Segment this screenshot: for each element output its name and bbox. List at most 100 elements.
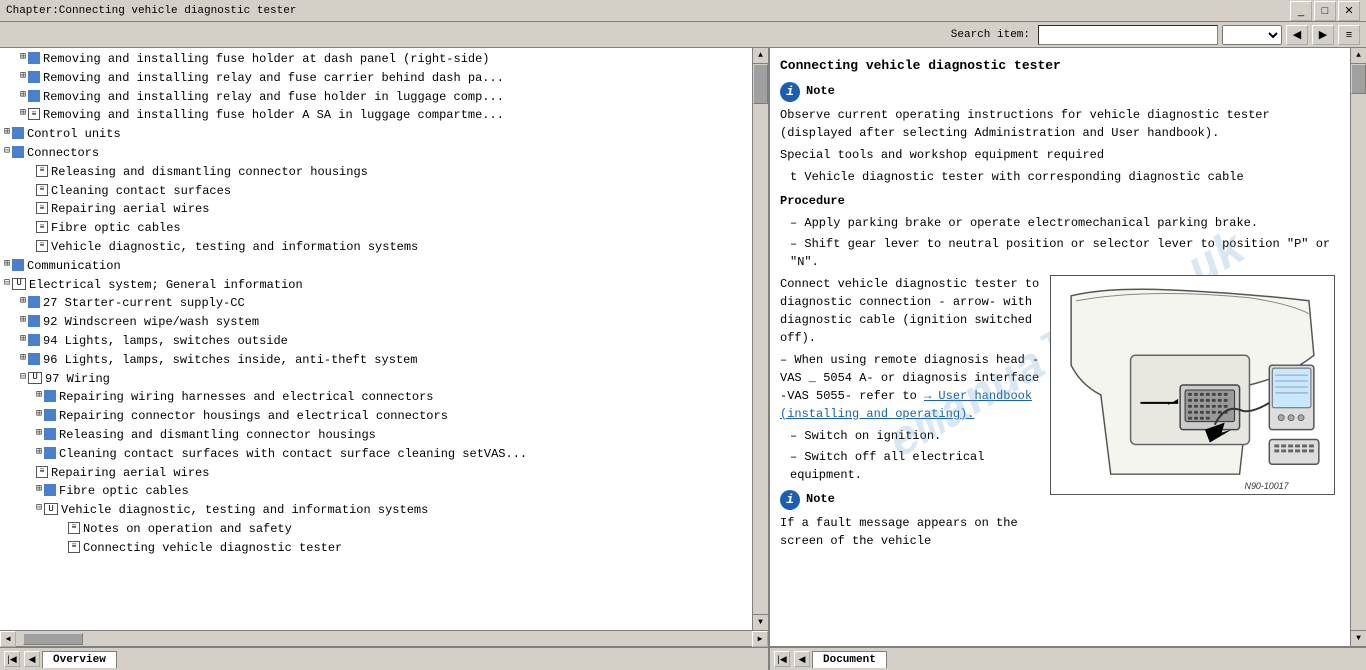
tree-item[interactable]: ⊞ Cleaning contact surfaces with contact… [0, 445, 752, 464]
tree-item-label: Repairing wiring harnesses and electrica… [59, 389, 433, 406]
step-4: – When using remote diagnosis head -VAS … [780, 351, 1040, 423]
tree-item[interactable]: ⊞ Repairing wiring harnesses and electri… [0, 388, 752, 407]
tree-item[interactable]: ≡ Fibre optic cables [0, 219, 752, 238]
search-prev-btn[interactable]: ◀ [1286, 25, 1308, 45]
left-content: ⊞ Removing and installing fuse holder at… [0, 48, 768, 630]
expand-icon: ⊞ [36, 408, 42, 422]
page-icon: ≡ [36, 466, 48, 478]
expand-icon: ⊞ [4, 258, 10, 272]
tool-item: t Vehicle diagnostic tester with corresp… [790, 168, 1340, 186]
tree-item[interactable]: ⊞ Communication [0, 257, 752, 276]
left-scrollbar[interactable]: ▲ ▼ [752, 48, 768, 630]
tree-item[interactable]: ⊞ Removing and installing fuse holder at… [0, 50, 752, 69]
connect-label: Connect vehicle diagnostic tester to dia… [780, 277, 1039, 345]
tree-item[interactable]: ≡ Repairing aerial wires [0, 200, 752, 219]
blue-diamond-icon [28, 353, 40, 365]
tree-item[interactable]: ⊟ U Electrical system; General informati… [0, 276, 752, 295]
left-nav-controls: |◀ ◀ [4, 651, 42, 667]
right-panel: emanuals.co.uk Connecting vehicle diagno… [770, 48, 1366, 646]
expand-icon: ⊞ [20, 295, 26, 309]
tree-item[interactable]: ⊞ Removing and installing relay and fuse… [0, 88, 752, 107]
tree-item[interactable]: ⊞ 27 Starter-current supply-CC [0, 294, 752, 313]
close-btn[interactable]: ✕ [1338, 1, 1360, 21]
right-scroll-up-btn[interactable]: ▲ [1351, 48, 1366, 64]
expand-icon: ⊞ [20, 314, 26, 328]
page-icon: ≡ [36, 202, 48, 214]
tree-item-label: 97 Wiring [45, 371, 110, 388]
note-text-2: If a fault message appears on the screen… [780, 514, 1040, 550]
expand-icon: ⊞ [20, 352, 26, 366]
tree-item[interactable]: ⊞ Repairing connector housings and elect… [0, 407, 752, 426]
right-scroll-down-btn[interactable]: ▼ [1351, 630, 1366, 646]
tree-item[interactable]: ≡ Repairing aerial wires [0, 464, 752, 483]
title-bar: Chapter:Connecting vehicle diagnostic te… [0, 0, 1366, 22]
tree-item[interactable]: ≡ Releasing and dismantling connector ho… [0, 163, 752, 182]
tree-item[interactable]: ≡ Vehicle diagnostic, testing and inform… [0, 238, 752, 257]
right-scroll-thumb[interactable] [1351, 64, 1366, 94]
scroll-down-btn[interactable]: ▼ [753, 614, 768, 630]
tree-item-label: Fibre optic cables [59, 483, 189, 500]
img-col: N90-10017 [1050, 275, 1340, 554]
blue-diamond-icon [28, 52, 40, 64]
note-text-1: Observe current operating instructions f… [780, 106, 1340, 142]
search-dropdown[interactable] [1222, 25, 1282, 45]
blue-diamond-icon [44, 484, 56, 496]
main-container: ⊞ Removing and installing fuse holder at… [0, 48, 1366, 646]
info-icon-2: i [780, 490, 800, 510]
expand-icon: ⊟ [36, 502, 42, 516]
window-title: Chapter:Connecting vehicle diagnostic te… [6, 5, 296, 17]
nav-first-btn[interactable]: |◀ [4, 651, 20, 667]
tree-item-label: Communication [27, 258, 121, 275]
tree-item[interactable]: ⊞ 94 Lights, lamps, switches outside [0, 332, 752, 351]
left-panel: ⊞ Removing and installing fuse holder at… [0, 48, 770, 646]
step-6: – Switch off all electrical equipment. [790, 448, 1040, 484]
tree-item-active[interactable]: ≡ Connecting vehicle diagnostic tester [0, 539, 752, 558]
nav-prev-btn[interactable]: ◀ [24, 651, 40, 667]
hscroll-thumb[interactable] [23, 633, 83, 645]
tree-item[interactable]: ⊟ U Vehicle diagnostic, testing and info… [0, 501, 752, 520]
expand-icon: ⊞ [20, 89, 26, 103]
search-next-btn[interactable]: ▶ [1312, 25, 1334, 45]
hscroll-left-btn[interactable]: ◀ [0, 631, 16, 647]
right-scrollbar[interactable]: ▲ ▼ [1350, 48, 1366, 646]
scroll-up-btn[interactable]: ▲ [753, 48, 768, 64]
minimize-btn[interactable]: _ [1290, 1, 1312, 21]
note-label-1: Note [806, 82, 835, 100]
blue-diamond-icon [12, 146, 24, 158]
right-nav-controls: |◀ ◀ [774, 651, 812, 667]
step-1: – Apply parking brake or operate electro… [790, 214, 1340, 232]
tree-item[interactable]: ⊞ 92 Windscreen wipe/wash system [0, 313, 752, 332]
tree-item[interactable]: ≡ Cleaning contact surfaces [0, 182, 752, 201]
document-tab[interactable]: Document [812, 651, 887, 668]
overview-tab[interactable]: Overview [42, 651, 117, 668]
expand-icon: ⊞ [36, 427, 42, 441]
special-tools-heading: Special tools and workshop equipment req… [780, 146, 1340, 164]
tree-item[interactable]: ⊞ Control units [0, 125, 752, 144]
tree-item[interactable]: ⊞ 96 Lights, lamps, switches inside, ant… [0, 351, 752, 370]
tree-item-label: Connecting vehicle diagnostic tester [83, 540, 342, 557]
page-icon: ≡ [36, 165, 48, 177]
book-icon: U [28, 372, 42, 384]
tree-item[interactable]: ⊞ Removing and installing relay and fuse… [0, 69, 752, 88]
tree-item[interactable]: ⊞ ≡ Removing and installing fuse holder … [0, 106, 752, 125]
expand-icon: ⊞ [36, 483, 42, 497]
tree-item[interactable]: ⊟ U 97 Wiring [0, 370, 752, 389]
blue-diamond-icon [28, 90, 40, 102]
search-input[interactable] [1038, 25, 1218, 45]
tree-item-label: Repairing aerial wires [51, 465, 209, 482]
maximize-btn[interactable]: □ [1314, 1, 1336, 21]
tree-item[interactable]: ⊟ Connectors [0, 144, 752, 163]
tree-item[interactable]: ⊞ Fibre optic cables [0, 482, 752, 501]
right-nav-prev-btn[interactable]: ◀ [794, 651, 810, 667]
hscroll-right-btn[interactable]: ▶ [752, 631, 768, 647]
toolbar: Search item: ◀ ▶ ≡ [0, 22, 1366, 48]
right-nav-first-btn[interactable]: |◀ [774, 651, 790, 667]
menu-btn[interactable]: ≡ [1338, 25, 1360, 45]
expand-icon: ⊞ [4, 126, 10, 140]
tree-item-label: Control units [27, 126, 121, 143]
tree-item[interactable]: ≡ Notes on operation and safety [0, 520, 752, 539]
blue-diamond-icon [28, 334, 40, 346]
scroll-thumb[interactable] [753, 64, 768, 104]
right-content: emanuals.co.uk Connecting vehicle diagno… [770, 48, 1350, 562]
tree-item[interactable]: ⊞ Releasing and dismantling connector ho… [0, 426, 752, 445]
